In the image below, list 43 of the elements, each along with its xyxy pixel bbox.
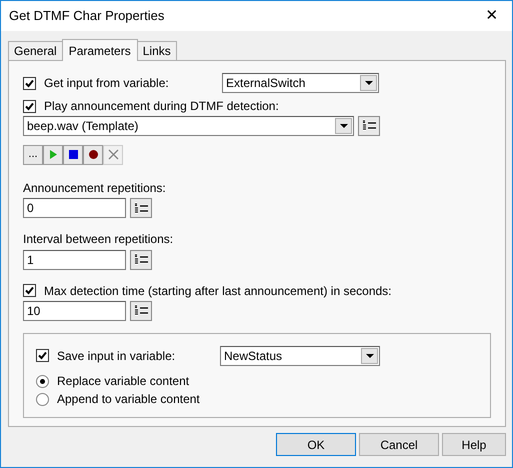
number-field[interactable]: 10 xyxy=(23,300,126,321)
tab[interactable]: Links xyxy=(136,41,177,60)
record-button[interactable] xyxy=(83,144,103,165)
checkbox-label: Get input from variable: xyxy=(44,76,169,91)
checkbox[interactable] xyxy=(36,349,49,362)
variable-button[interactable] xyxy=(130,250,152,270)
variable-list-icon xyxy=(134,305,148,316)
field-label: Announcement repetitions: xyxy=(23,180,167,196)
close-button[interactable]: ✕ xyxy=(472,6,512,26)
dialog-button[interactable]: Help xyxy=(442,433,506,456)
tab[interactable]: General xyxy=(8,41,63,60)
variable-button[interactable] xyxy=(130,198,152,218)
stop-icon xyxy=(68,149,78,160)
checkbox[interactable] xyxy=(23,76,36,90)
variable-list-icon xyxy=(134,254,148,266)
variable-dropdown[interactable]: NewStatus xyxy=(220,346,380,366)
checkbox-label: Max detection time (starting after last announcement) in seconds: xyxy=(44,284,392,298)
delete-icon xyxy=(108,149,118,160)
variable-list-icon xyxy=(362,120,376,132)
radio-button[interactable] xyxy=(36,374,49,388)
play-icon xyxy=(48,149,58,160)
radio-button[interactable] xyxy=(36,393,49,406)
checkbox-label: Play announcement during DTMF detection: xyxy=(44,99,279,114)
tab[interactable]: Parameters xyxy=(62,39,138,62)
window-title: Get DTMF Char Properties xyxy=(9,8,166,24)
number-field[interactable]: 1 xyxy=(23,250,126,270)
checkbox[interactable] xyxy=(23,100,36,114)
variable-button[interactable] xyxy=(130,300,152,321)
radio-label: Replace variable content xyxy=(57,374,190,388)
variable-list-icon xyxy=(134,202,148,214)
dialog-button[interactable]: OK xyxy=(276,433,356,456)
field-label: Interval between repetitions: xyxy=(23,232,174,247)
checkbox-label: Save input in variable: xyxy=(57,348,176,364)
number-field[interactable]: 0 xyxy=(23,198,126,218)
radio-label: Append to variable content xyxy=(57,392,200,407)
browse-button[interactable]: ... xyxy=(23,144,43,165)
variable-button[interactable] xyxy=(358,116,380,136)
announcement-dropdown[interactable]: beep.wav (Template) xyxy=(23,116,354,136)
variable-dropdown[interactable]: ExternalSwitch xyxy=(222,73,379,94)
stop-button[interactable] xyxy=(63,144,83,165)
dialog-button[interactable]: Cancel xyxy=(359,433,439,456)
checkbox[interactable] xyxy=(23,284,36,298)
record-icon xyxy=(88,149,98,160)
